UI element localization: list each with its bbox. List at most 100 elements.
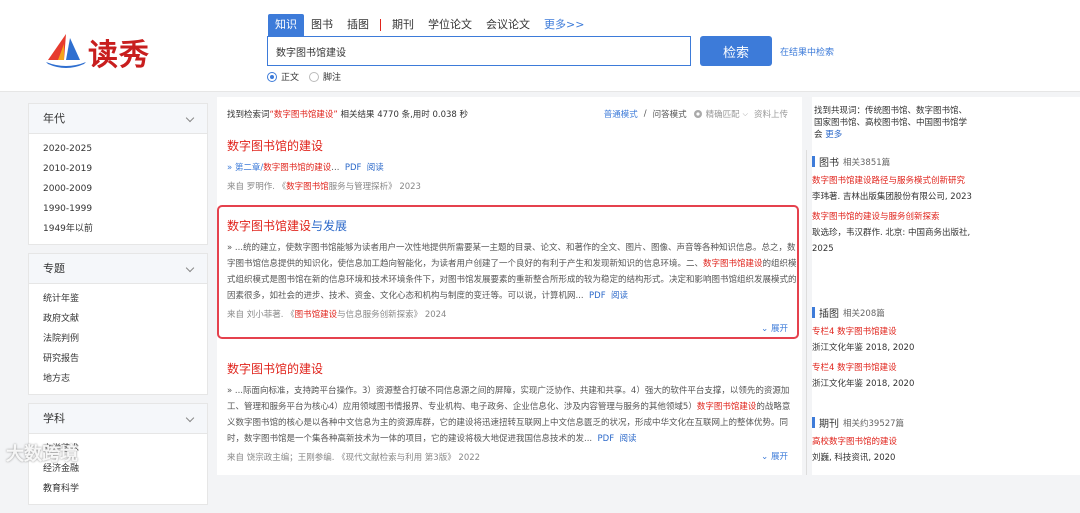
pdf-link[interactable]: PDF — [589, 291, 606, 301]
normal-mode-button[interactable]: 普通模式 — [604, 108, 638, 120]
facet-item[interactable]: 2020-2025 — [29, 139, 207, 159]
result-title[interactable]: 数字图书馆的建设 — [227, 137, 797, 154]
facet-header[interactable]: 专题 — [29, 254, 207, 284]
search-in-results-link[interactable]: 在结果中检索 — [780, 45, 834, 58]
item-rest: 的建设 — [871, 437, 898, 447]
item-prefix: 专栏4 — [812, 363, 838, 373]
facet-item[interactable]: 法院判例 — [29, 329, 207, 349]
section-header: 图书 相关3851篇 — [812, 154, 977, 169]
title-highlight: 数字图书馆建设 — [227, 219, 312, 233]
result-item: 数字图书馆的建设 » ...际面向标准，支持跨平台操作。3）资源整合打破不同信息… — [227, 360, 797, 463]
search-tabs: 知识 图书 插图 期刊 学位论文 会议论文 更多>> — [268, 14, 591, 36]
meta-highlight: 数字图书馆 — [286, 182, 329, 192]
co-occurrence-words: 找到共现词：传统图书馆、数字图书馆、国家图书馆、高校图书馆、中国图书馆学会 更多 — [814, 105, 974, 141]
snippet-highlight: 数字图书馆建设 — [696, 402, 757, 412]
section-header: 期刊 相关约39527篇 — [812, 415, 977, 430]
chevron-down-icon: ⌄ — [761, 324, 769, 334]
read-link[interactable]: 阅读 — [620, 434, 637, 444]
result-snippet: » 第二章/数字图书馆的建设... PDF 阅读 — [227, 160, 797, 176]
section-marker — [812, 417, 815, 428]
meta-text: 与信息服务创新探索》 2024 — [337, 310, 447, 320]
logo[interactable]: 读秀 — [44, 30, 154, 73]
item-rest: 路径与服务模式创新研究 — [871, 176, 966, 186]
chevron-down-icon — [185, 413, 195, 423]
facet-item[interactable]: 地方志 — [29, 369, 207, 389]
related-item-title[interactable]: 数字图书馆建设路径与服务模式创新研究 — [812, 173, 977, 189]
radio-footnote[interactable]: 脚注 — [309, 70, 341, 83]
snippet-text: ... — [331, 163, 340, 173]
related-item-meta: 耿选珍，韦汉群作. 北京: 中国商务出版社, 2025 — [812, 228, 971, 254]
pdf-link[interactable]: PDF — [598, 434, 615, 444]
facet-item[interactable]: 教育科学 — [29, 479, 207, 499]
search-scope: 正文 脚注 — [267, 70, 341, 83]
result-title[interactable]: 数字图书馆建设与发展 — [227, 217, 797, 234]
facet-item[interactable]: 研究报告 — [29, 349, 207, 369]
search-box — [267, 36, 691, 66]
facet-title: 学科 — [43, 412, 65, 425]
radio-label: 脚注 — [323, 73, 342, 83]
facet-item[interactable]: 2000-2009 — [29, 179, 207, 199]
section-count: 相关3851篇 — [843, 157, 891, 168]
tab-knowledge[interactable]: 知识 — [268, 14, 304, 36]
facet-item[interactable]: 1949年以前 — [29, 219, 207, 239]
related-item-meta: 刘巍, 科技资讯, 2020 — [812, 453, 896, 463]
section-title[interactable]: 期刊 — [819, 415, 839, 430]
result-meta: 来自 刘小菲著. 《图书馆建设与信息服务创新探索》 2024 — [227, 308, 797, 320]
facet-header[interactable]: 学科 — [29, 404, 207, 434]
related-item-title[interactable]: 数字图书馆的建设与服务创新探索 — [812, 209, 977, 225]
tab-theses[interactable]: 学位论文 — [421, 14, 479, 36]
more-link[interactable]: 更多 — [825, 130, 842, 140]
result-meta: 来自 罗明作. 《数字图书馆服务与管理探析》 2023 — [227, 180, 797, 192]
results-panel: 找到检索词“数字图书馆建设” 相关结果 4770 条,用时 0.038 秒 普通… — [217, 97, 802, 475]
radio-fulltext[interactable]: 正文 — [267, 70, 299, 83]
expand-label: 展开 — [770, 324, 788, 334]
gear-icon — [693, 110, 702, 118]
co-label: 找到共现词： — [814, 106, 866, 116]
pdf-link[interactable]: PDF — [345, 163, 362, 173]
match-label: 精确匹配 — [705, 110, 740, 120]
upload-button[interactable]: 资料上传 — [754, 108, 788, 120]
tab-conference[interactable]: 会议论文 — [479, 14, 537, 36]
read-link[interactable]: 阅读 — [367, 163, 384, 173]
qa-mode-button[interactable]: 问答模式 — [653, 108, 687, 120]
snippet-highlight: 数字图书馆建设 — [703, 259, 763, 269]
facet-header[interactable]: 年代 — [29, 104, 207, 134]
facet-item[interactable]: 政府文献 — [29, 309, 207, 329]
related-item-meta: 浙江文化年鉴 2018, 2020 — [812, 343, 915, 353]
result-item: 数字图书馆建设与发展 » ...统的建立，使数字图书馆能够为读者用户一次性地提供… — [227, 217, 797, 320]
chevron-down-icon — [185, 263, 195, 273]
radio-label: 正文 — [281, 73, 300, 83]
meta-text: 服务与管理探析》 2023 — [328, 182, 421, 192]
related-panel: 找到共现词：传统图书馆、数字图书馆、国家图书馆、高校图书馆、中国图书馆学会 更多… — [812, 97, 1080, 475]
match-dropdown[interactable]: 精确匹配 ⌵ — [693, 108, 748, 120]
section-title[interactable]: 插图 — [819, 305, 839, 320]
related-item-meta: 李玮著. 吉林出版集团股份有限公司, 2023 — [812, 192, 972, 202]
facet-item[interactable]: 统计年鉴 — [29, 289, 207, 309]
mode-separator: / — [643, 109, 647, 119]
section-title[interactable]: 图书 — [819, 154, 839, 169]
result-item: 数字图书馆的建设 » 第二章/数字图书馆的建设... PDF 阅读 来自 罗明作… — [227, 137, 797, 192]
meta-text: 来自 刘小菲著. 《 — [227, 310, 295, 320]
tab-illustrations[interactable]: 插图 — [340, 14, 376, 36]
result-meta: 来自 饶宗政主编；王刚参编. 《现代文献检索与利用 第3版》 2022 — [227, 453, 481, 463]
facet-item[interactable]: 2010-2019 — [29, 159, 207, 179]
tab-divider — [380, 19, 381, 31]
related-item-title[interactable]: 专栏4 数字图书馆建设 — [812, 324, 977, 340]
related-books: 图书 相关3851篇 数字图书馆建设路径与服务模式创新研究 李玮著. 吉林出版集… — [812, 154, 977, 257]
related-item-title[interactable]: 高校数字图书馆的建设 — [812, 434, 977, 450]
expand-button[interactable]: ⌄ 展开 — [761, 322, 788, 334]
result-title[interactable]: 数字图书馆的建设 — [227, 360, 797, 377]
read-link[interactable]: 阅读 — [611, 291, 628, 301]
tab-journals[interactable]: 期刊 — [385, 14, 421, 36]
search-input[interactable] — [268, 37, 690, 65]
related-item-title[interactable]: 专栏4 数字图书馆建设 — [812, 360, 977, 376]
item-prefix: 专栏4 — [812, 327, 838, 337]
facet-item[interactable]: 1990-1999 — [29, 199, 207, 219]
tab-more[interactable]: 更多>> — [537, 14, 591, 36]
expand-button[interactable]: ⌄ 展开 — [761, 450, 788, 462]
mode-switch: 普通模式 / 问答模式 精确匹配 ⌵ 资料上传 — [604, 108, 788, 120]
item-rest: 的建设与服务创新探索 — [854, 212, 940, 222]
result-snippet: » ...际面向标准，支持跨平台操作。3）资源整合打破不同信息源之间的屏障，实现… — [227, 383, 797, 447]
search-button[interactable]: 检索 — [700, 36, 772, 66]
tab-books[interactable]: 图书 — [304, 14, 340, 36]
